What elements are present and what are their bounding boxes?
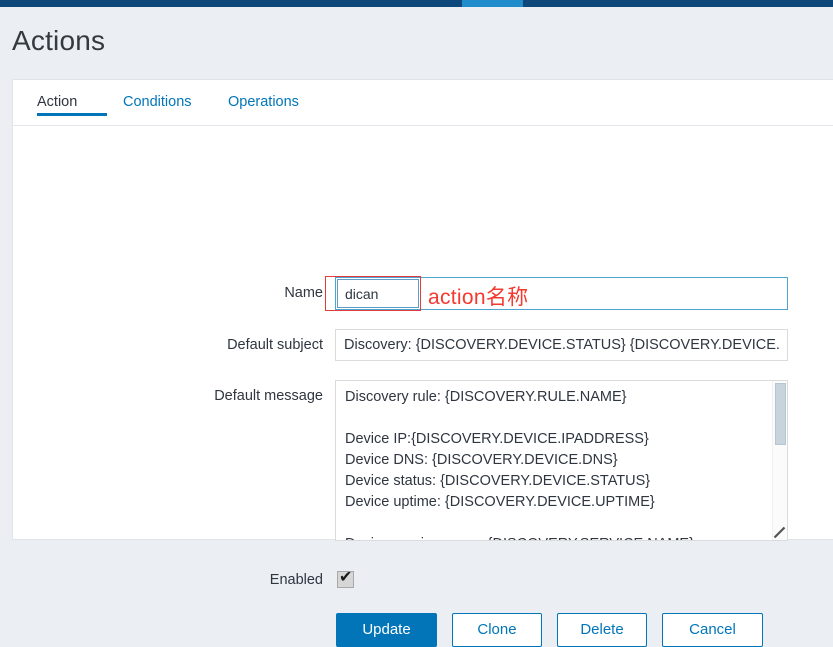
enabled-checkbox[interactable]: ✔ bbox=[337, 569, 354, 588]
default-message-text: Discovery rule: {DISCOVERY.RULE.NAME} De… bbox=[345, 389, 694, 540]
top-navigation-bar bbox=[0, 0, 833, 7]
tab-conditions[interactable]: Conditions bbox=[123, 92, 192, 112]
clone-button[interactable]: Clone bbox=[452, 613, 542, 647]
tab-action[interactable]: Action bbox=[37, 92, 77, 112]
textarea-scrollbar[interactable] bbox=[772, 381, 787, 540]
default-subject-input[interactable] bbox=[335, 329, 788, 361]
tab-strip: Action Conditions Operations bbox=[13, 80, 833, 126]
page-header: Actions bbox=[0, 7, 833, 75]
active-menu-segment[interactable] bbox=[462, 0, 523, 7]
name-label: Name bbox=[284, 285, 323, 301]
default-subject-label: Default subject bbox=[227, 337, 323, 353]
tab-active-underline bbox=[37, 113, 107, 116]
checkmark-icon: ✔ bbox=[339, 569, 353, 586]
enabled-label: Enabled bbox=[269, 572, 323, 588]
page-title: Actions bbox=[12, 25, 106, 56]
content-panel: Action Conditions Operations Name action名称… bbox=[12, 79, 833, 647]
cancel-button[interactable]: Cancel bbox=[662, 613, 763, 647]
name-input[interactable] bbox=[337, 279, 419, 308]
default-message-textarea[interactable]: Discovery rule: {DISCOVERY.RULE.NAME} De… bbox=[335, 380, 788, 541]
update-button[interactable]: Update bbox=[336, 613, 437, 647]
textarea-scrollbar-thumb[interactable] bbox=[775, 383, 786, 445]
tab-operations[interactable]: Operations bbox=[228, 92, 299, 112]
name-annotation-text: action名称 bbox=[428, 286, 529, 309]
default-message-label: Default message bbox=[214, 388, 323, 404]
delete-button[interactable]: Delete bbox=[557, 613, 647, 647]
resize-handle-icon[interactable] bbox=[772, 525, 786, 539]
